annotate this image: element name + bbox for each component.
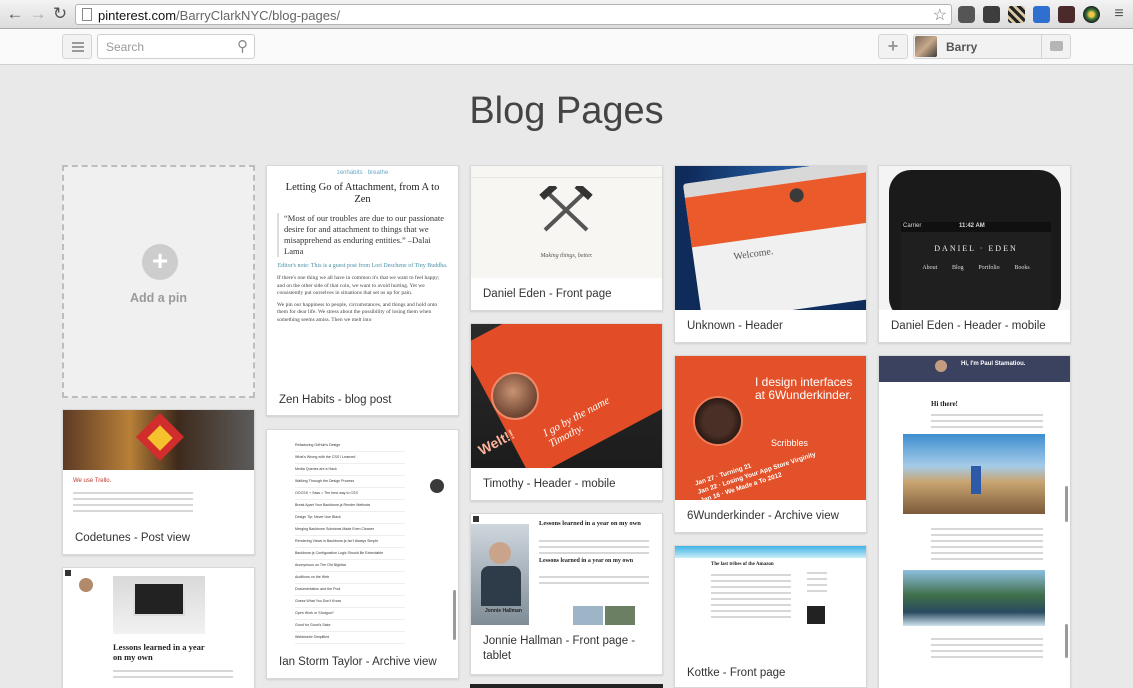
archive-list-item[interactable]: Walking Through the Design Process (295, 476, 405, 488)
pin-image[interactable]: Lessons learned in a year on my own Less… (471, 514, 662, 625)
pin-caption[interactable]: 6Wunderkinder - Archive view (675, 500, 866, 524)
archive-list-item[interactable]: Guess What You Don't Know (295, 596, 405, 608)
archive-list-item[interactable]: Merging Backbone Subviews Made Even Clea… (295, 524, 405, 536)
plus-icon: + (142, 244, 178, 280)
user-name: Barry (946, 40, 978, 54)
avatar (491, 372, 539, 420)
reload-icon[interactable]: ↻ (51, 5, 69, 23)
user-menu-button[interactable]: Barry (913, 34, 1071, 59)
chrome-menu-icon[interactable]: ≡ (1110, 5, 1128, 23)
pin-card[interactable]: I design interfaces at 6Wunderkinder. Sc… (674, 355, 867, 533)
archive-list-item[interactable]: Rendering Views in Backbone.js Isn't Alw… (295, 536, 405, 548)
author-avatar (430, 479, 444, 493)
bookmark-star-icon[interactable]: ☆ (933, 5, 947, 25)
pin-image[interactable]: Making things, better. (471, 166, 662, 278)
pin-image[interactable]: We use Trello. (63, 410, 254, 522)
pin-card[interactable]: Lessons learned in a year on my own (62, 567, 255, 688)
archive-list-item[interactable]: Documentation and the Pool (295, 584, 405, 596)
scrollbar[interactable] (453, 590, 456, 640)
pin-card[interactable]: We use Trello. Codetunes - Post view (62, 409, 255, 555)
archive-list-item[interactable]: OOCSS + Sass = The best way to CSS (295, 488, 405, 500)
search-icon[interactable]: ⚲ (237, 37, 248, 55)
url-text: pinterest.com/BarryClarkNYC/blog-pages/ (98, 8, 341, 23)
pin-caption[interactable]: Timothy - Header - mobile (471, 468, 662, 492)
pin-image[interactable]: zenhabits · breathe Letting Go of Attach… (267, 166, 458, 384)
pin-image[interactable]: I design interfaces at 6Wunderkinder. Sc… (675, 356, 866, 500)
search-input[interactable]: Search ⚲ (97, 34, 255, 59)
speech-bubble-icon (1050, 41, 1063, 51)
pin-caption[interactable]: Daniel Eden - Header - mobile (879, 310, 1070, 334)
pin-image[interactable]: Welcome. (675, 166, 866, 310)
forward-icon[interactable]: → (29, 5, 47, 23)
archive-list-item[interactable]: Open Work or Shotgun? (295, 608, 405, 620)
pin-card[interactable]: I go by the name Timothy. Welt!! Timothy… (470, 323, 663, 501)
pin-caption[interactable]: Kottke - Front page (675, 657, 866, 681)
browser-toolbar: ← → ↻ pinterest.com/BarryClarkNYC/blog-p… (0, 0, 1133, 29)
menu-icon (72, 42, 84, 44)
avatar (693, 396, 743, 446)
pin-card[interactable] (470, 684, 663, 688)
archive-list: Refactoring GitHub's Design What's Wrong … (295, 440, 405, 644)
extension-icon[interactable] (1083, 6, 1100, 23)
add-pin-label: Add a pin (130, 291, 187, 305)
back-icon[interactable]: ← (6, 5, 24, 23)
board-title: Blog Pages (469, 90, 664, 132)
archive-list-item[interactable]: Design Tip: Never Use Black (295, 512, 405, 524)
hammer-logo-icon (539, 186, 593, 232)
pocket-extension-icon[interactable] (958, 6, 975, 23)
add-button[interactable]: + (878, 34, 908, 59)
pin-caption[interactable]: Zen Habits - blog post (267, 384, 458, 408)
monitor-shape (133, 582, 185, 616)
archive-list-item[interactable]: Backbone.js Configuration Logic Should B… (295, 548, 405, 560)
pin-card[interactable]: Hi, I'm Paul Stamatiou. Hi there! (878, 355, 1071, 688)
extension-icon[interactable] (1033, 6, 1050, 23)
pin-image[interactable]: Hi, I'm Paul Stamatiou. Hi there! (879, 356, 1070, 688)
pin-card[interactable]: Lessons learned in a year on my own Less… (470, 513, 663, 675)
pin-card[interactable]: Refactoring GitHub's Design What's Wrong … (266, 429, 459, 679)
pin-caption[interactable]: Ian Storm Taylor - Archive view (267, 646, 458, 670)
extension-icon[interactable] (1008, 6, 1025, 23)
scrollbar[interactable] (1065, 486, 1068, 522)
archive-list-item[interactable]: Good for Good's Sake (295, 620, 405, 632)
extension-icon[interactable] (983, 6, 1000, 23)
menu-button[interactable] (62, 34, 92, 59)
notifications-button[interactable] (1041, 35, 1070, 58)
pin-caption[interactable]: Codetunes - Post view (63, 522, 254, 546)
archive-list-item[interactable]: Webkinetic Simplified (295, 632, 405, 644)
extension-icon[interactable] (1058, 6, 1075, 23)
pin-card[interactable]: The last tribes of the Amazon Kottke - F… (674, 545, 867, 688)
pin-caption[interactable]: Daniel Eden - Front page (471, 278, 662, 302)
archive-list-item[interactable]: What's Wrong with the CSS I Learned (295, 452, 405, 464)
pin-card[interactable]: Welcome. Unknown - Header (674, 165, 867, 343)
archive-list-item[interactable]: Anonymous on The Old Nightlar (295, 560, 405, 572)
archive-list-item[interactable]: Media Queries are a Hack (295, 464, 405, 476)
pin-image[interactable]: Refactoring GitHub's Design What's Wrong … (267, 430, 458, 646)
add-pin-card[interactable]: + Add a pin (62, 165, 255, 398)
pin-card[interactable]: Making things, better. Daniel Eden - Fro… (470, 165, 663, 311)
pin-card[interactable]: Carrier 11:42 AM DANIEL · EDEN About Blo… (878, 165, 1071, 343)
archive-list-item[interactable]: Refactoring GitHub's Design (295, 440, 405, 452)
archive-list-item[interactable]: Auditions on the Web (295, 572, 405, 584)
pin-image[interactable]: I go by the name Timothy. Welt!! (471, 324, 662, 468)
archive-list-item[interactable]: Break Apart Your Backbone.js Render Meth… (295, 500, 405, 512)
pin-image[interactable]: Carrier 11:42 AM DANIEL · EDEN About Blo… (879, 166, 1070, 310)
pin-image[interactable]: Lessons learned in a year on my own (63, 568, 254, 688)
avatar (915, 36, 937, 57)
pin-caption[interactable]: Unknown - Header (675, 310, 866, 334)
search-placeholder: Search (106, 40, 145, 54)
pin-card[interactable]: zenhabits · breathe Letting Go of Attach… (266, 165, 459, 416)
pin-caption[interactable]: Jonnie Hallman - Front page - tablet (471, 625, 662, 664)
page-icon (82, 8, 92, 21)
site-header: Search ⚲ + Barry (0, 29, 1133, 65)
coast-photo (903, 570, 1045, 626)
address-bar[interactable]: pinterest.com/BarryClarkNYC/blog-pages/ … (75, 4, 952, 25)
pin-image[interactable]: The last tribes of the Amazon (675, 546, 866, 657)
